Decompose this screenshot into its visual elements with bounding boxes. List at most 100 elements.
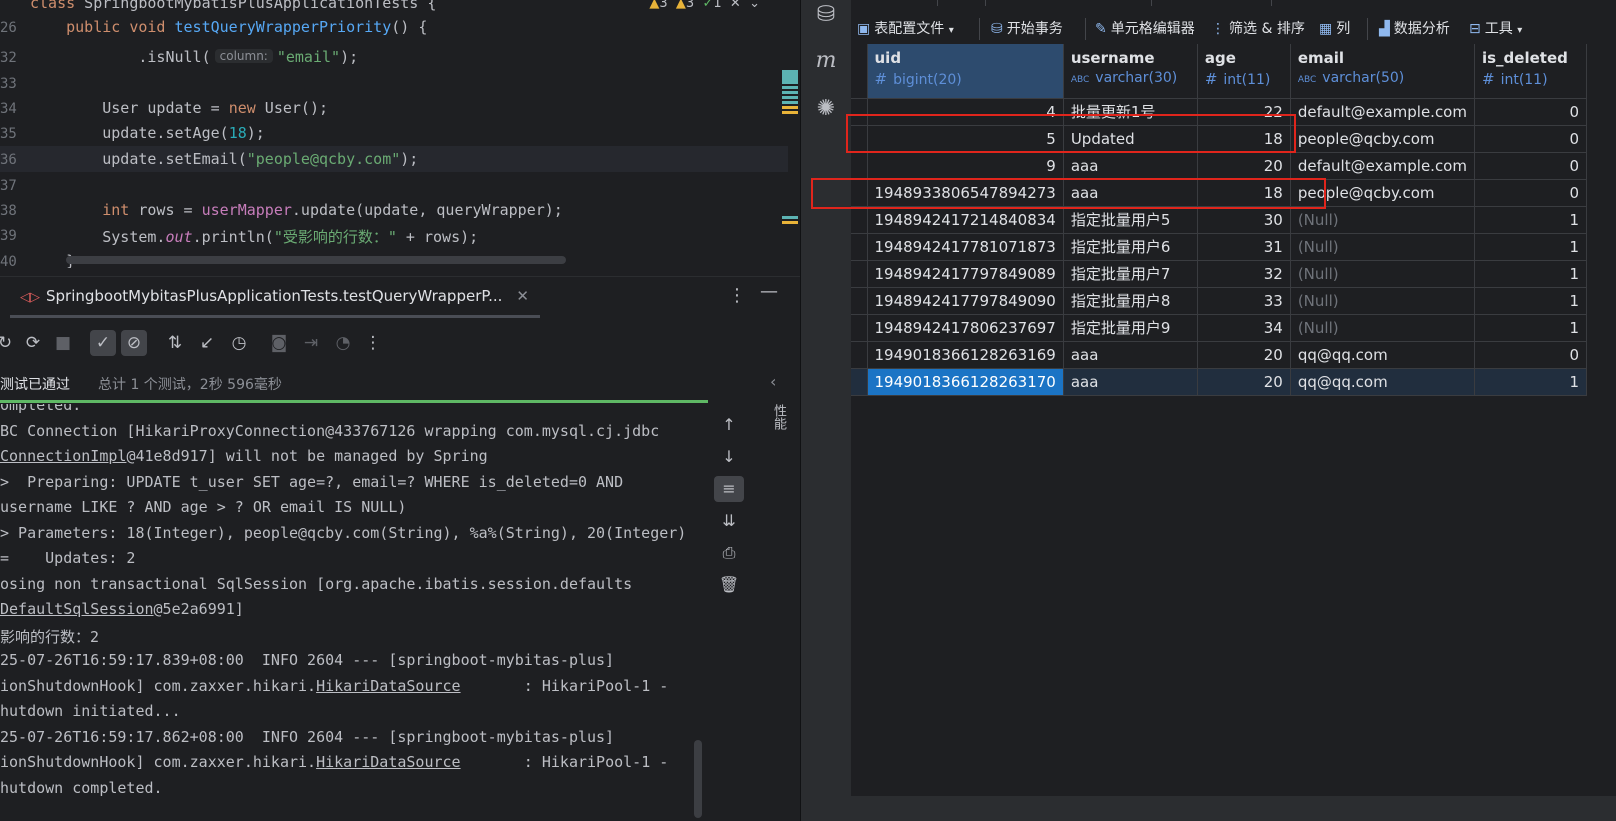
chevron-down-icon[interactable]: ⌄: [749, 0, 760, 11]
model-icon[interactable]: m: [811, 46, 841, 76]
cell-email[interactable]: people@qcby.com: [1290, 125, 1475, 153]
rerun-icon[interactable]: ↻: [0, 330, 18, 356]
filter-sort-button[interactable]: ⋮ 筛选 & 排序: [1211, 18, 1305, 38]
cell-is_deleted[interactable]: 1: [1474, 287, 1587, 315]
begin-transaction-button[interactable]: ⛁ 开始事务: [991, 18, 1063, 38]
chevron-left-icon[interactable]: ‹: [770, 372, 776, 391]
table-row[interactable]: 1949018366128263169 aaa 20 qq@qq.com 0: [851, 341, 1587, 369]
cell-age[interactable]: 30: [1197, 206, 1291, 234]
console-output[interactable]: ompleted. BC Connection [HikariProxyConne…: [0, 404, 708, 821]
more-options-icon[interactable]: ⋮: [728, 285, 746, 306]
table-row[interactable]: 1948942417214840834 指定批量用户5 30 (Null) 1: [851, 206, 1587, 234]
row-header[interactable]: [851, 206, 868, 234]
cell-age[interactable]: 33: [1197, 287, 1291, 315]
cell-username[interactable]: 指定批量用户7: [1063, 260, 1198, 288]
cell-age[interactable]: 20: [1197, 152, 1291, 180]
collapse-icon[interactable]: ↙: [194, 330, 220, 356]
history-icon[interactable]: ◷: [226, 330, 252, 356]
cell-email[interactable]: default@example.com: [1290, 152, 1475, 180]
line-number[interactable]: 37: [0, 178, 17, 194]
line-number[interactable]: 35: [0, 126, 17, 142]
row-header[interactable]: [851, 341, 868, 369]
line-number[interactable]: 36: [0, 152, 17, 168]
cell-is_deleted[interactable]: 1: [1474, 206, 1587, 234]
row-header[interactable]: [851, 152, 868, 180]
cell-age[interactable]: 32: [1197, 260, 1291, 288]
cell-is_deleted[interactable]: 1: [1474, 368, 1587, 396]
cell-age[interactable]: 34: [1197, 314, 1291, 342]
arrow-down-icon[interactable]: ↓: [714, 444, 744, 470]
rerun-failed-icon[interactable]: ⟳: [20, 330, 46, 356]
show-passed-icon[interactable]: ✓: [90, 330, 116, 356]
data-analysis-button[interactable]: ▟ 数据分析: [1379, 18, 1450, 38]
cell-username[interactable]: 指定批量用户9: [1063, 314, 1198, 342]
column-header-uid[interactable]: uid # bigint(20): [867, 44, 1064, 99]
inspection-widget[interactable]: ▲3 ▲3 ✓1 ✕ ⌄: [649, 0, 760, 11]
result-table[interactable]: uid # bigint(20) username ABC varchar(30) age #…: [851, 44, 1587, 396]
cell-email[interactable]: (Null): [1290, 260, 1475, 288]
code-line[interactable]: System.out.println("受影响的行数：" + rows);: [30, 226, 478, 247]
cell-is_deleted[interactable]: 1: [1474, 314, 1587, 342]
tools-button[interactable]: ⊟ 工具 ▾: [1469, 18, 1522, 38]
database-icon[interactable]: ⛁: [811, 0, 841, 30]
row-header[interactable]: [851, 233, 868, 261]
cell-age[interactable]: 31: [1197, 233, 1291, 261]
row-header[interactable]: [851, 260, 868, 288]
table-row[interactable]: 1948942417781071873 指定批量用户6 31 (Null) 1: [851, 233, 1587, 261]
cell-is_deleted[interactable]: 1: [1474, 260, 1587, 288]
row-header[interactable]: [851, 287, 868, 315]
cell-username[interactable]: 指定批量用户6: [1063, 233, 1198, 261]
row-header[interactable]: [851, 368, 868, 396]
cell-uid[interactable]: 1948942417781071873: [867, 233, 1064, 261]
code-editor[interactable]: class SpringbootMybatisPlusApplicationTe…: [0, 0, 800, 268]
coverage-icon[interactable]: ◔: [330, 330, 356, 356]
close-icon[interactable]: ✕: [730, 0, 741, 11]
import-icon[interactable]: ⇥: [298, 330, 324, 356]
cell-is_deleted[interactable]: 0: [1474, 341, 1587, 369]
table-row[interactable]: 1949018366128263170 aaa 20 qq@qq.com 1: [851, 368, 1587, 396]
cell-email[interactable]: qq@qq.com: [1290, 368, 1475, 396]
line-number[interactable]: 34: [0, 101, 17, 117]
cell-is_deleted[interactable]: 0: [1474, 125, 1587, 153]
cell-email[interactable]: (Null): [1290, 206, 1475, 234]
error-stripe[interactable]: [782, 70, 798, 226]
stop-icon[interactable]: ■: [50, 330, 76, 356]
code-line[interactable]: public void testQueryWrapperPriority() {: [30, 18, 427, 36]
cell-uid[interactable]: 1949018366128263169: [867, 341, 1064, 369]
cell-is_deleted[interactable]: 0: [1474, 98, 1587, 126]
cell-username[interactable]: aaa: [1063, 368, 1198, 396]
sort-icon[interactable]: ⇅: [162, 330, 188, 356]
code-line[interactable]: .isNull(column: "email");: [30, 48, 358, 66]
cell-email[interactable]: default@example.com: [1290, 98, 1475, 126]
cell-is_deleted[interactable]: 0: [1474, 179, 1587, 207]
cell-uid[interactable]: 1948942417806237697: [867, 314, 1064, 342]
console-scrollbar[interactable]: [694, 740, 702, 818]
line-number[interactable]: 32: [0, 50, 17, 66]
code-line[interactable]: class SpringbootMybatisPlusApplicationTe…: [30, 0, 436, 12]
table-row[interactable]: 1948942417806237697 指定批量用户9 34 (Null) 1: [851, 314, 1587, 342]
cell-is_deleted[interactable]: 1: [1474, 233, 1587, 261]
cell-is_deleted[interactable]: 0: [1474, 152, 1587, 180]
code-line[interactable]: User update = new User();: [30, 99, 328, 117]
cell-uid[interactable]: 1948942417797849089: [867, 260, 1064, 288]
columns-button[interactable]: ▦ 列: [1319, 18, 1350, 38]
cell-email[interactable]: (Null): [1290, 233, 1475, 261]
horizontal-scrollbar[interactable]: [66, 256, 566, 264]
cell-uid[interactable]: 9: [867, 152, 1064, 180]
line-number[interactable]: 33: [0, 76, 17, 92]
column-header-age[interactable]: age # int(11): [1197, 44, 1291, 99]
cell-uid[interactable]: 1948942417797849090: [867, 287, 1064, 315]
code-line[interactable]: int rows = userMapper.update(update, que…: [30, 201, 563, 219]
line-number[interactable]: 39: [0, 228, 17, 244]
cell-username[interactable]: aaa: [1063, 341, 1198, 369]
cell-age[interactable]: 20: [1197, 341, 1291, 369]
print-icon[interactable]: ⎙: [714, 540, 744, 566]
close-icon[interactable]: ✕: [516, 287, 529, 305]
table-row[interactable]: 9 aaa 20 default@example.com 0: [851, 152, 1587, 180]
line-number[interactable]: 26: [0, 20, 17, 36]
more-options-icon[interactable]: ⋮: [360, 330, 386, 356]
table-row[interactable]: 1948942417797849090 指定批量用户8 33 (Null) 1: [851, 287, 1587, 315]
cell-username[interactable]: aaa: [1063, 152, 1198, 180]
cell-email[interactable]: (Null): [1290, 314, 1475, 342]
cell-uid[interactable]: 1949018366128263170: [867, 368, 1064, 396]
